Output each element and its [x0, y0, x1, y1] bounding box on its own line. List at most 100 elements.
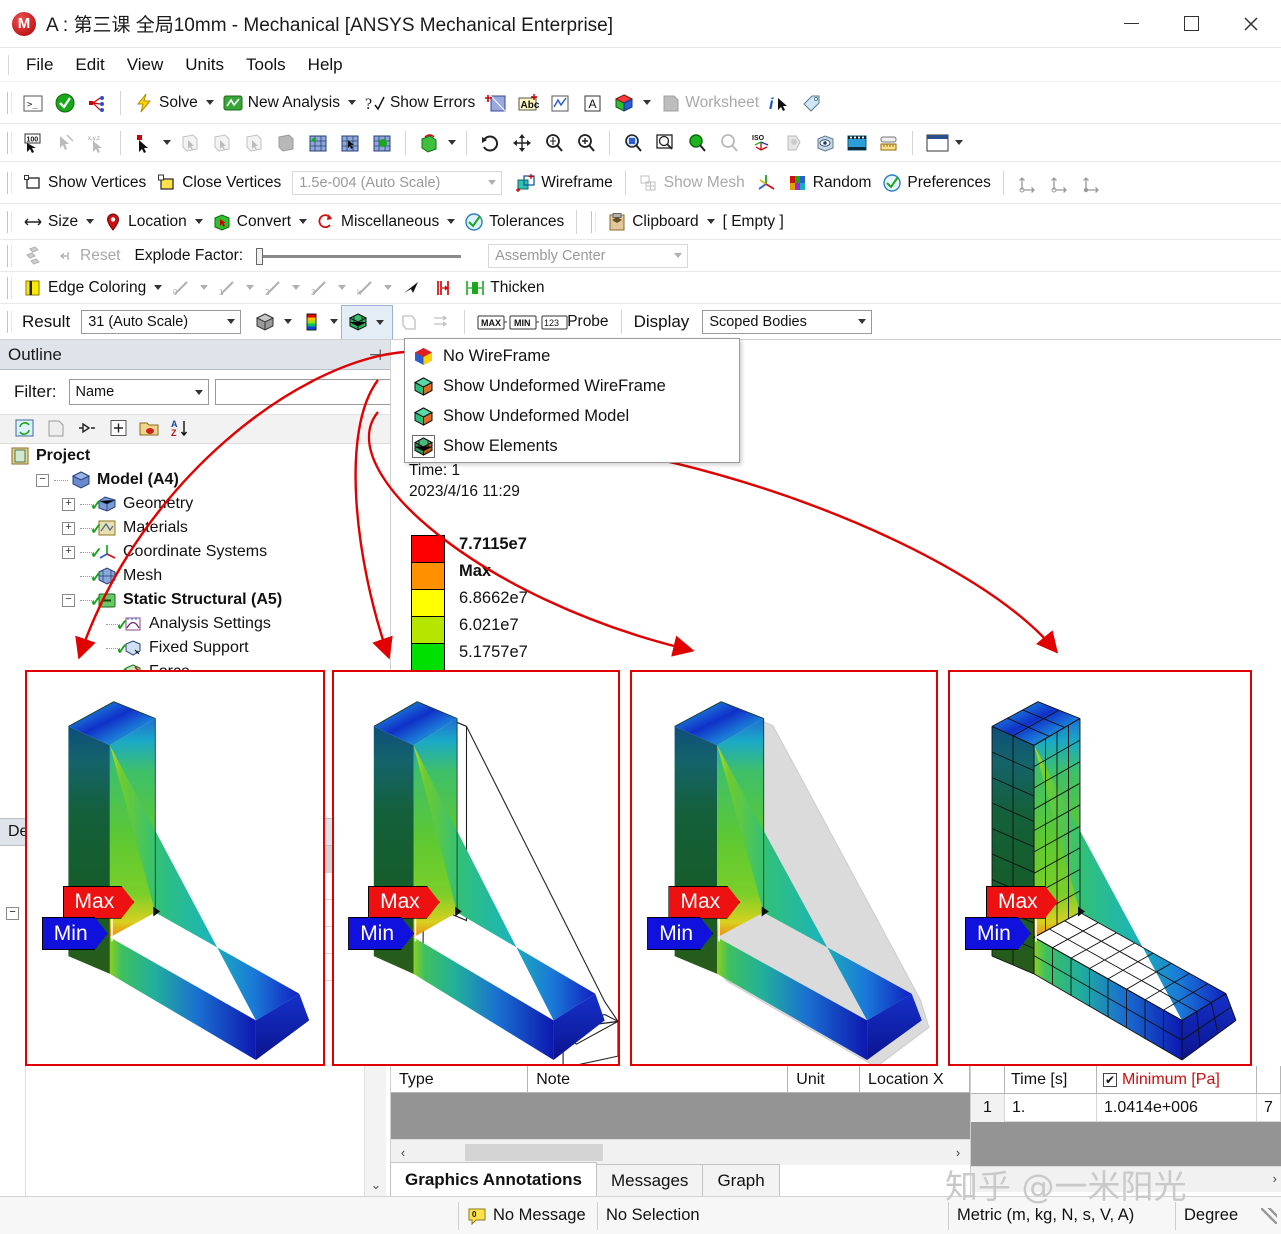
color-legend-caret[interactable]	[643, 100, 651, 105]
convert-caret[interactable]	[299, 219, 307, 224]
size-button[interactable]: Size	[17, 208, 83, 236]
filter-text-input[interactable]	[215, 379, 395, 405]
tree-item-model-a4[interactable]: −Model (A4)	[0, 468, 390, 492]
auto-scale-caret[interactable]	[488, 180, 496, 185]
thicken-button[interactable]: Thicken	[459, 274, 549, 302]
min-annotation-badge[interactable]: Min	[348, 917, 414, 950]
edge-coloring-caret[interactable]	[154, 285, 162, 290]
tree-item-materials[interactable]: +✓Materials	[0, 516, 390, 540]
edge-coloring-button[interactable]: Edge Coloring	[17, 274, 151, 302]
wireframe-button[interactable]: Wireframe	[510, 169, 617, 197]
refresh-tree-icon[interactable]	[14, 418, 36, 440]
annotations-column-header[interactable]: Location X	[860, 1066, 970, 1093]
viewport-show-elements[interactable]: MaxMin	[948, 670, 1252, 1066]
insert-chart-button[interactable]	[544, 89, 576, 117]
viewport-undeformed-wireframe[interactable]: MaxMin	[332, 670, 620, 1066]
toolbar-grip[interactable]	[7, 311, 12, 333]
scroll-down-icon[interactable]: ⌄	[365, 1174, 387, 1196]
thicken-annotation-button[interactable]	[750, 169, 782, 197]
new-analysis-button[interactable]: New Analysis	[217, 89, 345, 117]
tree-item-fixed-support[interactable]: ✓Fixed Support	[0, 636, 390, 660]
result-scale-caret[interactable]	[227, 319, 235, 324]
scoped-bodies-combo[interactable]: Scoped Bodies	[702, 310, 872, 334]
auto-scale-combo[interactable]: 1.5e-004 (Auto Scale)	[292, 171, 502, 195]
select-mode-button[interactable]: 100	[17, 129, 49, 157]
min-annotation-badge[interactable]: Min	[42, 917, 108, 950]
view-cube-button[interactable]	[809, 129, 841, 157]
insert-image-button[interactable]	[480, 89, 512, 117]
wireframe-dropdown-menu[interactable]: No WireFrameShow Undeformed WireFrameSho…	[404, 338, 740, 463]
tree-expander[interactable]: +	[62, 546, 75, 559]
color-legend-button[interactable]	[608, 89, 640, 117]
viewport-no-wireframe[interactable]: MaxMin	[25, 670, 325, 1066]
clipboard-button[interactable]: Clipboard	[601, 208, 703, 236]
pick-mode-button[interactable]	[128, 129, 160, 157]
menu-item-file[interactable]: File	[15, 52, 64, 78]
size-caret[interactable]	[86, 219, 94, 224]
edge-arrow-button[interactable]	[395, 274, 427, 302]
info-button[interactable]: i	[764, 89, 796, 117]
max-annotation-badge[interactable]: Max	[63, 886, 135, 919]
random-colors-button[interactable]: Random	[782, 169, 877, 197]
contour-display-button[interactable]	[295, 308, 327, 336]
close-button[interactable]	[1221, 0, 1281, 48]
tab-graphics-annotations[interactable]: Graphics Annotations	[390, 1162, 597, 1196]
tree-item-project[interactable]: Project	[0, 444, 390, 468]
minimize-button[interactable]	[1101, 0, 1161, 48]
toolbar-grip[interactable]	[7, 211, 12, 233]
tabular-scroll-right-icon[interactable]: ›	[1273, 1171, 1277, 1186]
tab-graph[interactable]: Graph	[702, 1164, 779, 1196]
box-volume-select-button[interactable]	[334, 129, 366, 157]
menu-item-edit[interactable]: Edit	[64, 52, 115, 78]
wireframe-mode-button[interactable]	[341, 305, 393, 339]
bottom-tab-bar[interactable]: Graphics AnnotationsMessagesGraph	[390, 1158, 970, 1196]
menu-item-tools[interactable]: Tools	[235, 52, 297, 78]
annotations-column-header[interactable]: Type	[391, 1066, 528, 1093]
tabular-minimum-header[interactable]: ✔ Minimum [Pa]	[1097, 1066, 1257, 1094]
max-annotation-badge[interactable]: Max	[668, 886, 740, 919]
zoom-in-button[interactable]	[570, 129, 602, 157]
tree-item-mesh[interactable]: ✓Mesh	[0, 564, 390, 588]
tag-button[interactable]	[796, 89, 828, 117]
show-vertices-button[interactable]: Show Vertices	[17, 169, 151, 197]
insert-text-button[interactable]: A	[576, 89, 608, 117]
probe-tree-icon[interactable]	[76, 418, 98, 440]
show-min-button[interactable]: MIN	[504, 308, 536, 336]
rotate-button[interactable]	[474, 129, 506, 157]
pan-button[interactable]	[506, 129, 538, 157]
validate-button[interactable]	[49, 89, 81, 117]
status-messages-cell[interactable]: 0 No Message	[458, 1202, 598, 1230]
tree-item-static-structural-a5[interactable]: −✓Static Structural (A5)	[0, 588, 390, 612]
miscellaneous-button[interactable]: Miscellaneous	[310, 208, 444, 236]
named-selection-button[interactable]	[81, 89, 113, 117]
assembly-center-caret[interactable]	[674, 253, 682, 258]
extend-selection-button[interactable]	[413, 129, 445, 157]
box-select-button[interactable]	[302, 129, 334, 157]
status-degrees-cell[interactable]: Degree	[1175, 1202, 1261, 1230]
toolbar-grip[interactable]	[7, 245, 12, 267]
resize-grip-icon[interactable]	[1261, 1208, 1277, 1224]
viewport-layout-caret[interactable]	[955, 140, 963, 145]
zoom-previous-button[interactable]	[681, 129, 713, 157]
tree-expander[interactable]: +	[62, 498, 75, 511]
insert-comment-button[interactable]: Abc	[512, 89, 544, 117]
assembly-center-combo[interactable]: Assembly Center	[488, 244, 688, 268]
tab-messages[interactable]: Messages	[596, 1164, 703, 1196]
animation-button[interactable]	[841, 129, 873, 157]
command-window-button[interactable]: >_	[17, 89, 49, 117]
folder-icon[interactable]	[138, 418, 160, 440]
menu-item-view[interactable]: View	[116, 52, 175, 78]
add-item-icon[interactable]	[107, 418, 129, 440]
show-errors-button[interactable]: ? Show Errors	[359, 89, 480, 117]
toolbar-grip[interactable]	[7, 172, 12, 194]
box-zoom-button[interactable]	[617, 129, 649, 157]
viewport-undeformed-model[interactable]: MaxMin	[630, 670, 938, 1066]
expand-all-icon[interactable]	[45, 418, 67, 440]
probe-button[interactable]: 123 Probe	[536, 308, 613, 336]
location-caret[interactable]	[195, 219, 203, 224]
menu-item-help[interactable]: Help	[297, 52, 354, 78]
zoom-to-fit-button[interactable]	[649, 129, 681, 157]
filter-type-combo[interactable]: Name	[69, 379, 209, 405]
convert-button[interactable]: Convert	[206, 208, 296, 236]
geometry-display-caret[interactable]	[284, 319, 292, 324]
